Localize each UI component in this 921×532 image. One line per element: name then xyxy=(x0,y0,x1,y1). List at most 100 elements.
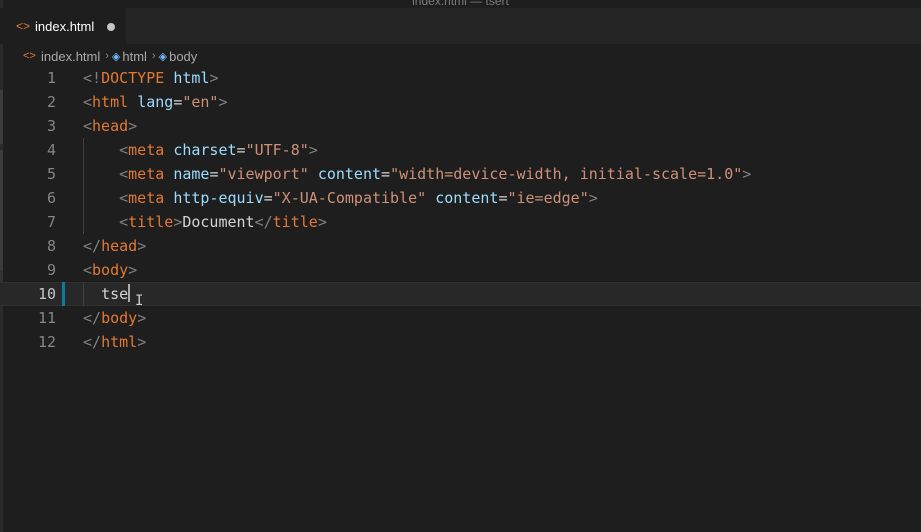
code-token: > xyxy=(308,141,318,159)
code-token: name xyxy=(173,165,210,183)
code-editor[interactable]: 1 <!DOCTYPE html> 2 <html lang="en"> 3 <head>… xyxy=(0,66,921,532)
code-line[interactable]: 5 <meta name="viewport" content="width=d… xyxy=(0,162,921,186)
element-icon: ◈ xyxy=(111,50,121,63)
code-token: </ xyxy=(254,213,273,231)
code-line[interactable]: 6 <meta http-equiv="X-UA-Compatible" con… xyxy=(0,186,921,210)
code-text: <meta charset="UTF-8"> xyxy=(83,138,318,162)
code-token: > xyxy=(317,213,327,231)
code-token: head xyxy=(92,117,129,135)
code-token: html xyxy=(92,93,129,111)
code-token: DOCTYPE xyxy=(101,69,165,87)
line-number[interactable]: 1 xyxy=(0,66,56,90)
code-token: < xyxy=(119,165,129,183)
code-token: </ xyxy=(83,237,102,255)
breadcrumb-item-html[interactable]: html xyxy=(122,49,147,64)
tab-bar: <> index.html xyxy=(0,8,921,44)
line-number[interactable]: 9 xyxy=(0,258,56,282)
element-icon: ◈ xyxy=(158,50,168,63)
line-number[interactable]: 4 xyxy=(0,138,56,162)
code-line[interactable]: 3 <head> xyxy=(0,114,921,138)
code-token: </ xyxy=(83,333,102,351)
chevron-right-icon: › xyxy=(105,50,109,62)
code-line[interactable]: 11 </body> xyxy=(0,306,921,330)
line-number[interactable]: 7 xyxy=(0,210,56,234)
code-token: "viewport" xyxy=(218,165,309,183)
code-text: <html lang="en"> xyxy=(83,90,228,114)
code-text: tse xyxy=(83,282,131,306)
code-token: "en" xyxy=(182,93,219,111)
code-token: meta xyxy=(128,189,165,207)
code-text: <title>Document</title> xyxy=(83,210,327,234)
breadcrumb-file[interactable]: index.html xyxy=(41,49,100,64)
text-cursor-ibeam-icon: I xyxy=(135,293,144,309)
line-number[interactable]: 6 xyxy=(0,186,56,210)
indent-guide xyxy=(83,282,84,306)
code-token: < xyxy=(119,189,129,207)
code-token: > xyxy=(137,309,147,327)
code-token: html xyxy=(173,69,210,87)
code-line[interactable]: 2 <html lang="en"> xyxy=(0,90,921,114)
code-token: > xyxy=(137,333,147,351)
code-line[interactable]: 7 <title>Document</title> xyxy=(0,210,921,234)
code-token: "UTF-8" xyxy=(245,141,309,159)
code-token: lang xyxy=(137,93,174,111)
indent-guide xyxy=(83,138,84,234)
code-token: body xyxy=(92,261,129,279)
code-text: <body> xyxy=(83,258,137,282)
line-number[interactable]: 12 xyxy=(0,330,56,354)
line-number[interactable]: 2 xyxy=(0,90,56,114)
code-token: > xyxy=(209,69,219,87)
code-token: > xyxy=(173,213,183,231)
code-token: "ie=edge" xyxy=(507,189,589,207)
code-token: </ xyxy=(83,309,102,327)
code-token: < xyxy=(83,117,93,135)
code-line[interactable]: 9 <body> xyxy=(0,258,921,282)
line-number[interactable]: 5 xyxy=(0,162,56,186)
code-token: = xyxy=(173,93,183,111)
code-text: <meta http-equiv="X-UA-Compatible" conte… xyxy=(83,186,598,210)
code-token: < xyxy=(119,213,129,231)
code-token: content xyxy=(435,189,499,207)
code-token: < xyxy=(83,93,93,111)
code-file-icon: <> xyxy=(23,50,36,62)
code-text: </body> xyxy=(83,306,146,330)
code-token: title xyxy=(272,213,318,231)
code-token: > xyxy=(137,237,147,255)
unsaved-dot-icon[interactable] xyxy=(107,23,115,31)
code-token: > xyxy=(588,189,598,207)
code-token: meta xyxy=(128,165,165,183)
code-token: > xyxy=(128,261,138,279)
code-text: <meta name="viewport" content="width=dev… xyxy=(83,162,751,186)
code-file-icon: <> xyxy=(16,19,31,33)
code-token: = xyxy=(381,165,391,183)
code-token: <! xyxy=(83,69,102,87)
tab-index-html[interactable]: <> index.html xyxy=(0,8,126,44)
line-number[interactable]: 8 xyxy=(0,234,56,258)
code-token: "width=device-width, initial-scale=1.0" xyxy=(390,165,743,183)
code-line[interactable]: 1 <!DOCTYPE html> xyxy=(0,66,921,90)
code-line[interactable]: 8 </head> xyxy=(0,234,921,258)
line-number[interactable]: 11 xyxy=(0,306,56,330)
tab-label: index.html xyxy=(35,18,95,34)
code-text: <!DOCTYPE html> xyxy=(83,66,218,90)
breadcrumb-item-body[interactable]: body xyxy=(169,49,197,64)
modified-line-indicator xyxy=(62,282,65,306)
breadcrumb: <> index.html › ◈ html › ◈ body xyxy=(0,46,921,66)
code-token: body xyxy=(101,309,138,327)
line-number[interactable]: 3 xyxy=(0,114,56,138)
code-line[interactable]: 4 <meta charset="UTF-8"> xyxy=(0,138,921,162)
code-line[interactable]: 12 </html> xyxy=(0,330,921,354)
code-token: < xyxy=(83,261,93,279)
code-token: Document xyxy=(182,213,255,231)
code-token: = xyxy=(263,189,273,207)
line-number[interactable]: 10 xyxy=(0,282,56,306)
